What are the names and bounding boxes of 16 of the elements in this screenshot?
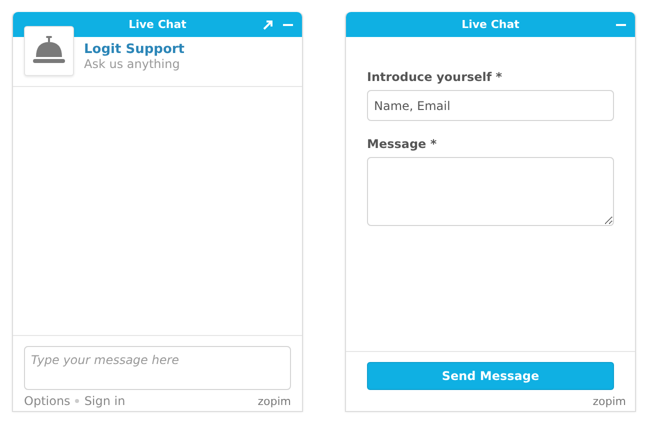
separator-dot xyxy=(75,399,80,403)
message-input[interactable]: Type your message here xyxy=(24,346,291,390)
field-label: Message * xyxy=(367,137,438,151)
message-field[interactable] xyxy=(367,157,614,226)
popout-icon[interactable] xyxy=(263,20,273,30)
agent-name: Logit Support xyxy=(84,42,185,56)
window-title: Live Chat xyxy=(128,18,186,31)
footer-link[interactable]: Options xyxy=(24,394,70,408)
brand-logo: zopim xyxy=(258,394,291,408)
field-label: Introduce yourself * xyxy=(367,70,504,84)
footer-link[interactable]: Sign in xyxy=(84,394,126,408)
input-field[interactable]: Name, Email xyxy=(367,90,614,121)
brand-logo: zopim xyxy=(592,395,626,408)
agent-tagline: Ask us anything xyxy=(84,56,181,70)
window-title: Live Chat xyxy=(462,18,520,31)
send-message-button[interactable]: Send Message xyxy=(367,362,614,390)
